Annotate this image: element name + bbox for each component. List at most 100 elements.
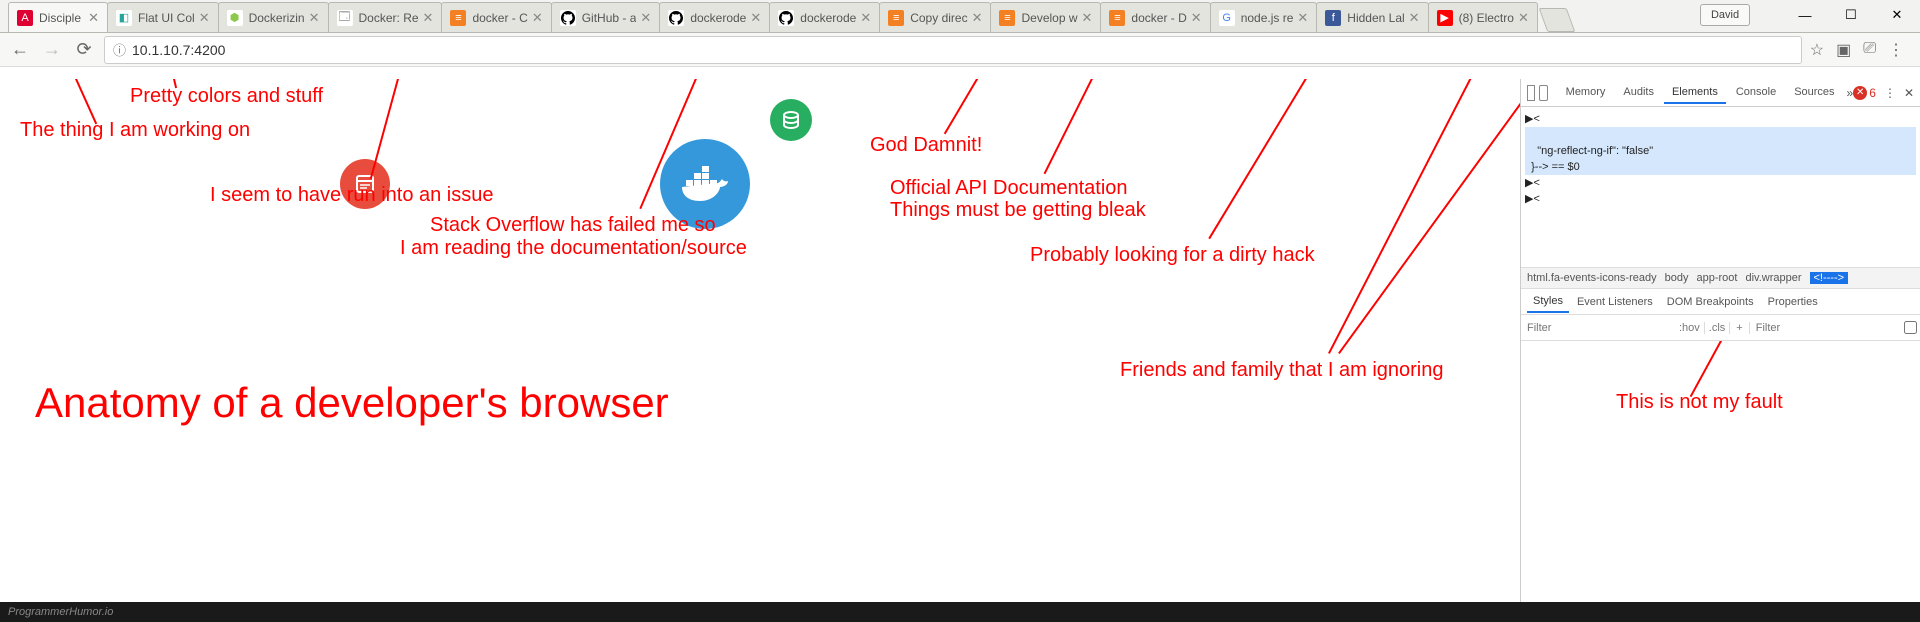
tab-favicon: 🗔	[337, 10, 353, 26]
tab-favicon	[560, 10, 576, 26]
devtools-settings-icon[interactable]: ⋮	[1884, 86, 1896, 100]
breadcrumb-item[interactable]: body	[1665, 272, 1689, 284]
breadcrumb-item[interactable]: app-root	[1696, 272, 1737, 284]
forward-button[interactable]: →	[40, 38, 64, 62]
browser-tab[interactable]: ≡docker - D✕	[1100, 2, 1210, 32]
menu-icon[interactable]: ⋮	[1888, 40, 1904, 60]
new-style-rule-button[interactable]: +	[1730, 322, 1749, 334]
star-icon[interactable]: ☆	[1810, 40, 1824, 60]
cast-icon[interactable]: ⎚	[1863, 40, 1876, 60]
site-info-icon[interactable]: ⓘ	[113, 40, 126, 59]
browser-tab[interactable]: ≡docker - C✕	[441, 2, 551, 32]
error-count: 6	[1869, 86, 1876, 100]
minimize-button[interactable]: —	[1782, 0, 1828, 30]
browser-tab[interactable]: dockerode✕	[769, 2, 880, 32]
tab-close-icon[interactable]: ✕	[1409, 10, 1420, 26]
dom-tree[interactable]: ▶< "ng-reflect-ng-if": "false" }--> == $…	[1521, 107, 1920, 267]
tab-favicon: f	[1325, 10, 1341, 26]
tab-close-icon[interactable]: ✕	[88, 10, 99, 26]
annotation-reading-docs: I am reading the documentation/source	[400, 237, 747, 260]
breadcrumb-item[interactable]: html.fa-events-icons-ready	[1527, 272, 1657, 284]
show-all-checkbox[interactable]	[1904, 321, 1917, 334]
tab-close-icon[interactable]: ✕	[423, 10, 434, 26]
annotation-api-docs: Official API Documentation	[890, 177, 1128, 200]
reload-button[interactable]: ⟳	[72, 38, 96, 62]
tab-close-icon[interactable]: ✕	[532, 10, 543, 26]
dom-node[interactable]: ▶<	[1525, 175, 1916, 191]
tab-title: Hidden Lal	[1347, 11, 1404, 25]
annotation-god-damnit: God Damnit!	[870, 134, 982, 157]
browser-tab[interactable]: dockerode ✕	[659, 2, 770, 32]
chrome-user-badge[interactable]: David	[1700, 4, 1750, 26]
tab-title: docker - D	[1131, 11, 1186, 25]
tab-title: dockerode	[690, 11, 746, 25]
tab-title: Docker: Re	[359, 11, 419, 25]
browser-tab[interactable]: f Hidden Lal ✕	[1316, 2, 1428, 32]
breadcrumb-item[interactable]: <!---->	[1810, 272, 1849, 284]
devtools-more-tabs[interactable]: »	[1847, 86, 1854, 100]
tab-title: GitHub - a	[582, 11, 637, 25]
error-badge-icon[interactable]: ✕	[1853, 86, 1867, 100]
tab-close-icon[interactable]: ✕	[199, 10, 210, 26]
tab-close-icon[interactable]: ✕	[640, 10, 651, 26]
hov-toggle[interactable]: :hov	[1675, 322, 1705, 334]
styles-pane[interactable]: This is not my fault	[1521, 341, 1920, 602]
cls-toggle[interactable]: .cls	[1705, 322, 1731, 334]
devtools-tab[interactable]: Console	[1728, 82, 1784, 104]
annotation-pretty-colors: Pretty colors and stuff	[130, 85, 323, 108]
browser-tab[interactable]: ⬢Dockerizin✕	[218, 2, 329, 32]
devtools-tab[interactable]: Elements	[1664, 82, 1726, 104]
watermark: ProgrammerHumor.io	[0, 602, 1920, 622]
browser-tab[interactable]: ADisciple✕	[8, 2, 108, 32]
styles-subtab[interactable]: DOM Breakpoints	[1661, 292, 1760, 312]
devtools-close-icon[interactable]: ✕	[1904, 86, 1914, 100]
dom-breadcrumb[interactable]: html.fa-events-icons-ready body app-root di…	[1521, 267, 1920, 289]
dom-node[interactable]: }--> == $0	[1525, 159, 1916, 175]
dom-node[interactable]	[1525, 127, 1916, 143]
browser-tab[interactable]: 🗔 Docker: Re ✕	[328, 2, 443, 32]
browser-tab[interactable]: ◧Flat UI Col✕	[107, 2, 219, 32]
tab-close-icon[interactable]: ✕	[1191, 10, 1202, 26]
tab-favicon: A	[17, 10, 33, 26]
browser-tab[interactable]: ≡Copy direc✕	[879, 2, 991, 32]
address-bar: ← → ⟳ ⓘ 10.1.10.7:4200 ☆ ▣ ⎚ ⋮	[0, 33, 1920, 67]
dom-node[interactable]: ▶<	[1525, 111, 1916, 127]
styles-subtab[interactable]: Styles	[1527, 291, 1569, 313]
browser-tab[interactable]: Gnode.js re✕	[1210, 2, 1318, 32]
camera-icon[interactable]: ▣	[1836, 40, 1851, 60]
dom-node[interactable]: "ng-reflect-ng-if": "false"	[1525, 143, 1916, 159]
tab-close-icon[interactable]: ✕	[1297, 10, 1308, 26]
red-app-icon[interactable]	[340, 159, 390, 209]
devtools-tab[interactable]: Audits	[1615, 82, 1662, 104]
green-app-icon[interactable]	[770, 99, 812, 141]
devtools-tab[interactable]: Memory	[1558, 82, 1614, 104]
breadcrumb-item[interactable]: div.wrapper	[1745, 272, 1801, 284]
annotation-so-failed: Stack Overflow has failed me so	[430, 214, 716, 237]
tab-favicon: G	[1219, 10, 1235, 26]
device-toolbar-icon[interactable]	[1539, 85, 1547, 101]
close-window-button[interactable]: ✕	[1874, 0, 1920, 30]
browser-tab[interactable]: GitHub - a✕	[551, 2, 661, 32]
tab-favicon: ≡	[999, 10, 1015, 26]
tab-close-icon[interactable]: ✕	[1518, 10, 1529, 26]
tab-close-icon[interactable]: ✕	[309, 10, 320, 26]
devtools-tab[interactable]: Sources	[1786, 82, 1842, 104]
maximize-button[interactable]: ☐	[1828, 0, 1874, 30]
properties-filter-input[interactable]	[1750, 322, 1904, 334]
url-field[interactable]: ⓘ 10.1.10.7:4200	[104, 36, 1802, 64]
tab-close-icon[interactable]: ✕	[750, 10, 761, 26]
styles-filter-input[interactable]	[1521, 322, 1675, 334]
inspect-element-icon[interactable]	[1527, 85, 1535, 101]
styles-subtab[interactable]: Event Listeners	[1571, 292, 1659, 312]
new-tab-button[interactable]	[1538, 8, 1575, 32]
tab-close-icon[interactable]: ✕	[860, 10, 871, 26]
styles-subtab[interactable]: Properties	[1762, 292, 1824, 312]
back-button[interactable]: ←	[8, 38, 32, 62]
docker-app-icon[interactable]	[660, 139, 750, 229]
tab-close-icon[interactable]: ✕	[972, 10, 983, 26]
tab-close-icon[interactable]: ✕	[1082, 10, 1093, 26]
dom-node[interactable]: ▶<	[1525, 191, 1916, 207]
meme-title: Anatomy of a developer's browser	[35, 379, 669, 427]
browser-tab[interactable]: ≡Develop w✕	[990, 2, 1101, 32]
browser-tab[interactable]: ▶(8) Electro✕	[1428, 2, 1538, 32]
